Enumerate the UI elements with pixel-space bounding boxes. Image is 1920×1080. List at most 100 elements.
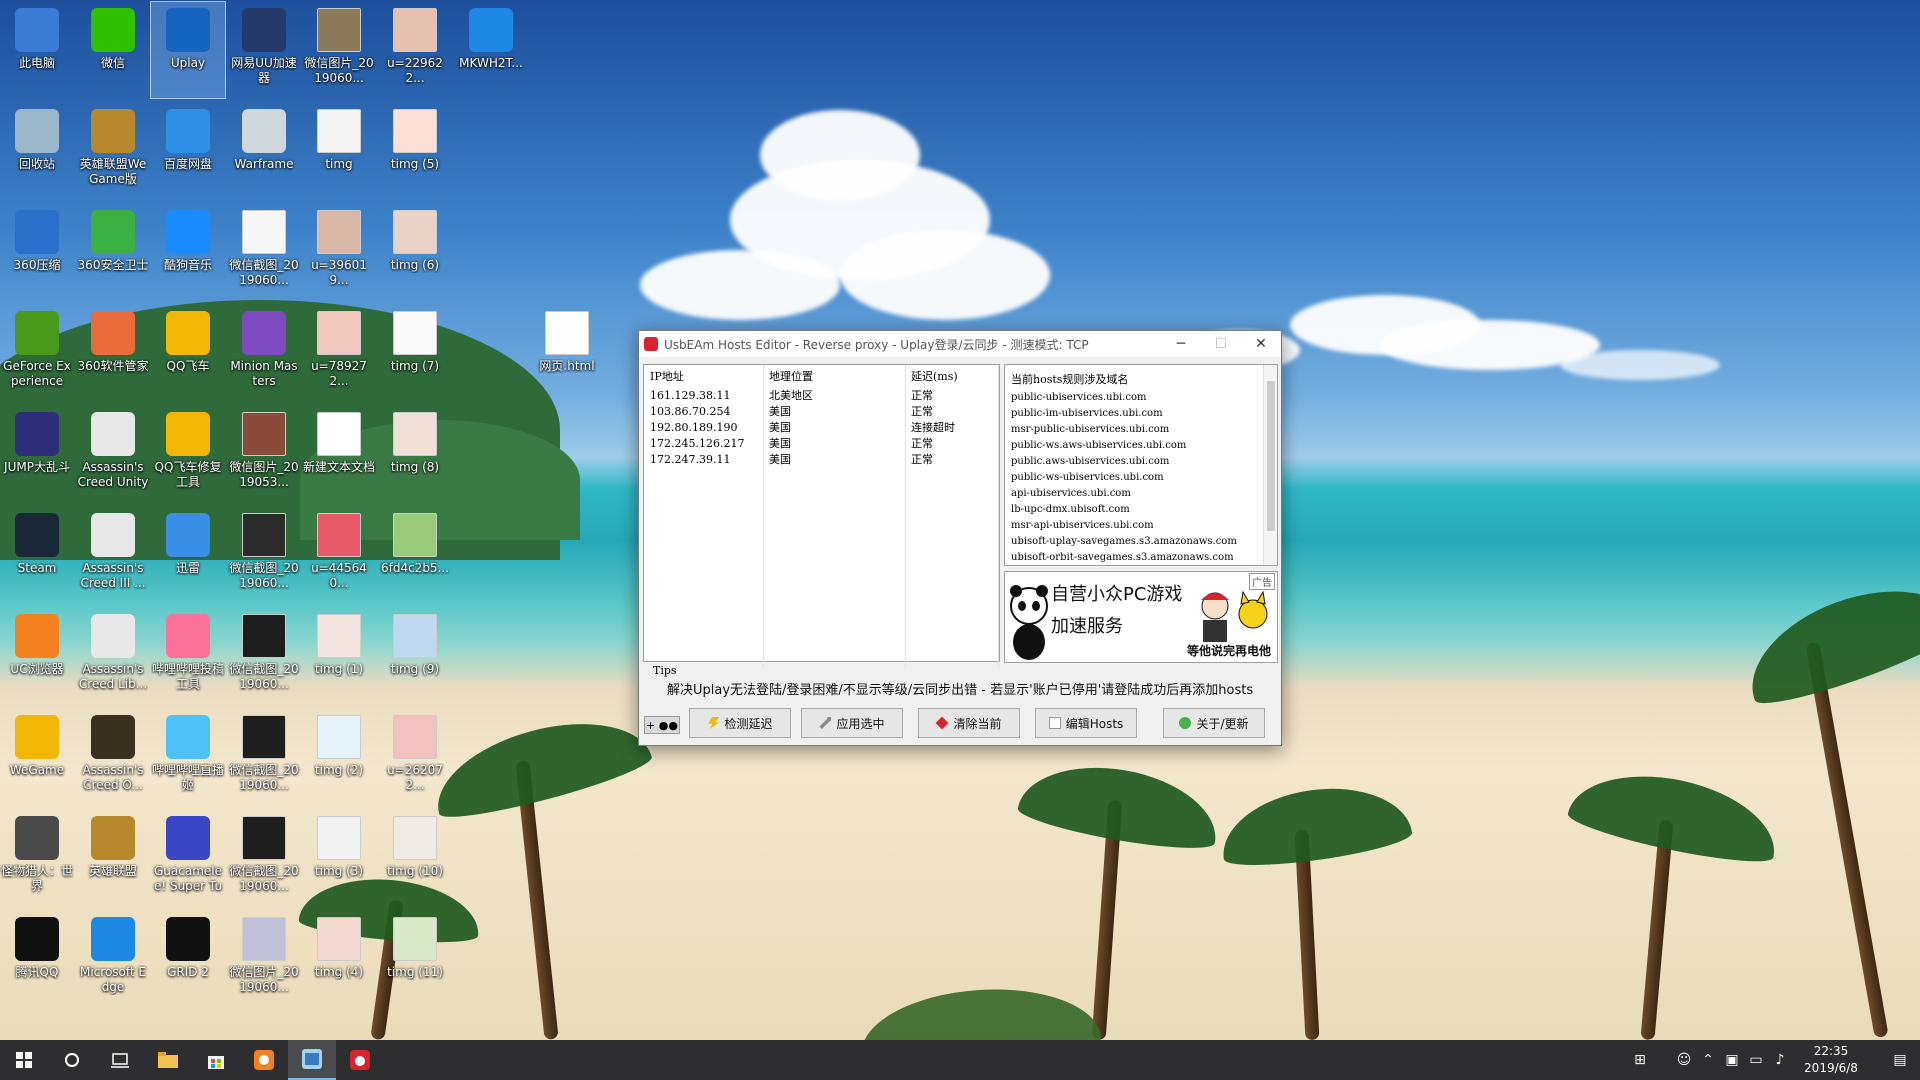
desktop-icon[interactable]: 360压缩: [0, 204, 74, 300]
table-row[interactable]: 192.80.189.190 美国 连接超时: [644, 419, 999, 435]
desktop-icon[interactable]: 360软件管家: [76, 305, 150, 401]
desktop-icon[interactable]: timg (10): [378, 810, 452, 906]
security-icon[interactable]: ▣: [1720, 1052, 1744, 1068]
close-button[interactable]: ✕: [1241, 336, 1281, 352]
desktop-icon[interactable]: timg (4): [302, 911, 376, 1007]
check-latency-button[interactable]: 检测延迟: [689, 708, 791, 738]
hosts-domain-item[interactable]: api-ubiservices.ubi.com: [1005, 486, 1277, 502]
desktop-icon[interactable]: 360安全卫士: [76, 204, 150, 300]
desktop-icon[interactable]: 微信截图_2019060...: [227, 507, 301, 603]
desktop-icon[interactable]: timg (3): [302, 810, 376, 906]
desktop-icon[interactable]: Assassin's Creed O...: [76, 709, 150, 805]
hosts-domain-list[interactable]: 当前hosts规则涉及域名 public-ubiservices.ubi.com…: [1004, 364, 1278, 566]
toggle-switch[interactable]: + ●●: [644, 716, 680, 734]
table-row[interactable]: 103.86.70.254 美国 正常: [644, 403, 999, 419]
apply-selected-button[interactable]: 应用选中: [801, 708, 903, 738]
chevron-up-icon[interactable]: ⌃: [1696, 1052, 1720, 1068]
table-row[interactable]: 172.245.126.217 美国 正常: [644, 435, 999, 451]
desktop-icon[interactable]: 微信截图_2019060...: [227, 709, 301, 805]
desktop-icon[interactable]: 此电脑: [0, 2, 74, 98]
maximize-button[interactable]: ☐: [1201, 336, 1241, 352]
desktop-icon[interactable]: timg (5): [378, 103, 452, 199]
hosts-list-scrollbar[interactable]: [1263, 365, 1277, 565]
desktop-icon[interactable]: 哔哩哔哩直播姬: [151, 709, 225, 805]
desktop-icon[interactable]: QQ飞车修复工具: [151, 406, 225, 502]
hosts-domain-item[interactable]: public-ws-ubiservices.ubi.com: [1005, 470, 1277, 486]
table-row[interactable]: 172.247.39.11 美国 正常: [644, 451, 999, 467]
taskbar-usbeam[interactable]: [336, 1040, 384, 1080]
usbeam-hosts-editor-window[interactable]: UsbEAm Hosts Editor - Reverse proxy - Up…: [638, 330, 1282, 746]
hosts-domain-item[interactable]: public.aws-ubiservices.ubi.com: [1005, 454, 1277, 470]
clear-current-button[interactable]: 清除当前: [918, 708, 1020, 738]
desktop-icon[interactable]: Assassin's Creed Lib...: [76, 608, 150, 704]
desktop-icon[interactable]: Guacamelee! Super Tur...: [151, 810, 225, 906]
desktop-icon[interactable]: GeForce Experience: [0, 305, 74, 401]
hosts-domain-item[interactable]: public-ws.aws-ubiservices.ubi.com: [1005, 438, 1277, 454]
desktop-icon[interactable]: 英雄联盟: [76, 810, 150, 906]
desktop-icon[interactable]: 6fd4c2b5...: [378, 507, 452, 603]
hosts-domain-item[interactable]: public-ubiservices.ubi.com: [1005, 390, 1277, 406]
desktop-icon[interactable]: 微信图片_2019060...: [227, 911, 301, 1007]
start-button[interactable]: [0, 1040, 48, 1080]
desktop-icon[interactable]: MKWH2T...: [454, 2, 528, 98]
desktop-icon[interactable]: 百度网盘: [151, 103, 225, 199]
desktop-icon[interactable]: JUMP大乱斗: [0, 406, 74, 502]
desktop-icon[interactable]: 英雄联盟WeGame版: [76, 103, 150, 199]
desktop-icon[interactable]: u=229622...: [378, 2, 452, 98]
desktop-icon[interactable]: 哔哩哔哩投稿工具: [151, 608, 225, 704]
window-titlebar[interactable]: UsbEAm Hosts Editor - Reverse proxy - Up…: [639, 331, 1281, 357]
network-icon[interactable]: ▭: [1744, 1052, 1768, 1068]
desktop-icon[interactable]: Microsoft Edge: [76, 911, 150, 1007]
desktop-icon[interactable]: 微信图片_2019053...: [227, 406, 301, 502]
volume-icon[interactable]: ♪: [1768, 1052, 1792, 1068]
desktop-icon[interactable]: u=396019...: [302, 204, 376, 300]
column-header-location[interactable]: 地理位置: [764, 365, 906, 387]
desktop-icon[interactable]: u=789272...: [302, 305, 376, 401]
people-icon[interactable]: ☺: [1672, 1052, 1696, 1068]
desktop-icon[interactable]: GRID 2: [151, 911, 225, 1007]
taskbar-store[interactable]: [192, 1040, 240, 1080]
desktop-icon[interactable]: 怪物猎人：世界: [0, 810, 74, 906]
desktop-icon[interactable]: Minion Masters: [227, 305, 301, 401]
minimize-button[interactable]: ─: [1161, 336, 1201, 352]
desktop-icon[interactable]: QQ飞车: [151, 305, 225, 401]
desktop-icon[interactable]: Assassin's Creed Unity: [76, 406, 150, 502]
desktop-icon[interactable]: Warframe: [227, 103, 301, 199]
taskbar-clock[interactable]: 22:35 2019/6/8: [1792, 1043, 1870, 1077]
desktop-icon[interactable]: Assassin's Creed III ...: [76, 507, 150, 603]
hosts-domain-item[interactable]: lb-upc-dmx.ubisoft.com: [1005, 502, 1277, 518]
hosts-domain-item[interactable]: ubisoft-uplay-savegames.s3.amazonaws.com: [1005, 534, 1277, 550]
desktop-icon[interactable]: 微信截图_2019060...: [227, 608, 301, 704]
edit-hosts-button[interactable]: 编辑Hosts: [1035, 708, 1137, 738]
taskbar-uc-browser[interactable]: [240, 1040, 288, 1080]
desktop-icon[interactable]: timg (8): [378, 406, 452, 502]
taskbar-app-active[interactable]: [288, 1040, 336, 1080]
desktop-icon[interactable]: timg: [302, 103, 376, 199]
about-update-button[interactable]: 关于/更新: [1163, 708, 1265, 738]
desktop-icon[interactable]: timg (11): [378, 911, 452, 1007]
desktop-icon[interactable]: 网页.html: [530, 305, 604, 401]
desktop-icon[interactable]: u=445640...: [302, 507, 376, 603]
taskbar-file-explorer[interactable]: [144, 1040, 192, 1080]
hosts-domain-item[interactable]: msr-api-ubiservices.ubi.com: [1005, 518, 1277, 534]
scrollbar-thumb[interactable]: [1267, 381, 1275, 531]
desktop-icon[interactable]: timg (7): [378, 305, 452, 401]
hosts-domain-item[interactable]: public-im-ubiservices.ubi.com: [1005, 406, 1277, 422]
hosts-domain-item[interactable]: ubisoft-orbit-savegames.s3.amazonaws.com: [1005, 550, 1277, 565]
desktop-icon[interactable]: 微信截图_2019060...: [227, 204, 301, 300]
desktop-icon[interactable]: timg (1): [302, 608, 376, 704]
desktop-icon[interactable]: 酷狗音乐: [151, 204, 225, 300]
desktop-icon[interactable]: 回收站: [0, 103, 74, 199]
desktop-icon[interactable]: 微信: [76, 2, 150, 98]
desktop-icon[interactable]: UC浏览器: [0, 608, 74, 704]
desktop-icon[interactable]: 网易UU加速器: [227, 2, 301, 98]
desktop-icon[interactable]: 微信图片_2019060...: [302, 2, 376, 98]
desktop-icon[interactable]: 新建文本文档: [302, 406, 376, 502]
column-header-ip[interactable]: IP地址: [644, 365, 764, 387]
desktop-icon[interactable]: u=262072...: [378, 709, 452, 805]
desktop-icon[interactable]: Uplay: [150, 1, 226, 99]
desktop-icon[interactable]: WeGame: [0, 709, 74, 805]
ad-banner[interactable]: 广告 自营小众PC游戏 加速服务 等他说完再电他: [1004, 571, 1278, 663]
desktop-icon[interactable]: 腾讯QQ: [0, 911, 74, 1007]
hosts-domain-item[interactable]: msr-public-ubiservices.ubi.com: [1005, 422, 1277, 438]
